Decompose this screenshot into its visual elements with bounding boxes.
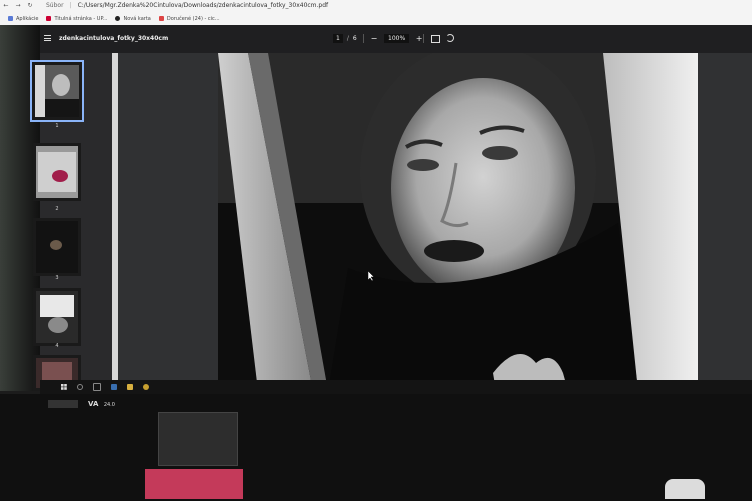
bookmarks-bar: Aplikácie Titulná stránka - UP... Nová k… (0, 13, 752, 24)
task-view-icon[interactable] (93, 383, 101, 391)
zoom-level-input[interactable]: 100% (384, 34, 410, 43)
apps-icon (8, 16, 13, 21)
toolbar-divider (423, 34, 424, 43)
page-number-input[interactable]: 1 (333, 34, 343, 43)
mail-icon (158, 16, 164, 21)
browser-chrome: ← → ↻ Súbor | C:/Users/Mgr.Zdenka%20Cint… (0, 0, 752, 25)
mouse-cursor-icon (368, 271, 375, 281)
url-separator: | (69, 2, 72, 9)
desk-surroundings: VA 24.0 (0, 394, 752, 501)
forward-icon[interactable]: → (12, 2, 24, 9)
pdf-toolbar: zdenkacintulova_fotky_30x40cm 1 / 6 − 10… (40, 25, 752, 53)
thumbnail-image (35, 65, 79, 117)
rotate-icon[interactable] (446, 34, 454, 42)
back-icon[interactable]: ← (0, 2, 12, 9)
bookmark-dorucene[interactable]: Doručené (24) - cic... (158, 16, 220, 22)
toolbar-divider (363, 34, 364, 43)
thumbnail-page-1[interactable] (30, 60, 84, 122)
os-taskbar (40, 380, 752, 394)
thumbnail-image (36, 146, 78, 198)
pink-notebook (145, 469, 243, 499)
desk-cup (665, 479, 705, 499)
search-icon[interactable] (77, 384, 83, 390)
thumbnail-sidebar: 1 2 3 4 (30, 53, 112, 391)
reload-icon[interactable]: ↻ (24, 2, 36, 9)
monitor-brand-label: VA 24.0 (88, 400, 115, 408)
monitor-size-label: 24.0 (103, 402, 115, 408)
zoom-out-button[interactable]: − (369, 34, 379, 43)
pdf-viewer: zdenkacintulova_fotky_30x40cm 1 / 6 − 10… (30, 25, 752, 391)
address-bar[interactable]: ← → ↻ Súbor | C:/Users/Mgr.Zdenka%20Cint… (0, 0, 752, 11)
bookmark-apps[interactable]: Aplikácie (8, 16, 38, 22)
zoom-controls: − 100% + (369, 34, 424, 43)
thumbnail-page-3[interactable] (33, 218, 81, 276)
portrait-photo (218, 53, 698, 391)
monitor-base (48, 400, 78, 408)
chrome-icon[interactable] (143, 384, 149, 390)
bookmark-titulna-stranka[interactable]: Titulná stránka - UP... (46, 16, 107, 22)
page-indicator: 1 / 6 (333, 34, 357, 43)
bookmark-nova-karta[interactable]: Nová karta (115, 16, 151, 22)
thumbnail-label: 2 (55, 206, 59, 212)
menu-icon[interactable] (44, 35, 51, 41)
file-explorer-icon[interactable] (127, 384, 133, 390)
fit-to-page-icon[interactable] (431, 35, 440, 43)
new-tab-icon (115, 16, 121, 21)
pdf-page (218, 53, 698, 391)
thumbnail-image (36, 291, 78, 343)
url-scheme-label: Súbor (46, 2, 64, 9)
thumbnail-page-4[interactable] (33, 288, 81, 346)
thumbnail-label: 1 (55, 123, 59, 129)
document-title: zdenkacintulova_fotky_30x40cm (59, 35, 169, 42)
thumbnail-label: 3 (55, 275, 59, 281)
url-text[interactable]: C:/Users/Mgr.Zdenka%20Cintulova/Download… (78, 2, 329, 9)
page-total: 6 (352, 35, 357, 42)
thumbnail-page-2[interactable] (33, 143, 81, 201)
thumbnail-label: 4 (55, 343, 59, 349)
windows-start-icon[interactable] (61, 384, 67, 390)
edge-icon[interactable] (111, 384, 117, 390)
desk-box (158, 412, 238, 466)
document-canvas (118, 53, 752, 391)
page-separator: / (346, 35, 349, 42)
bookmark-page-icon (46, 16, 52, 21)
thumbnail-image (36, 221, 78, 273)
